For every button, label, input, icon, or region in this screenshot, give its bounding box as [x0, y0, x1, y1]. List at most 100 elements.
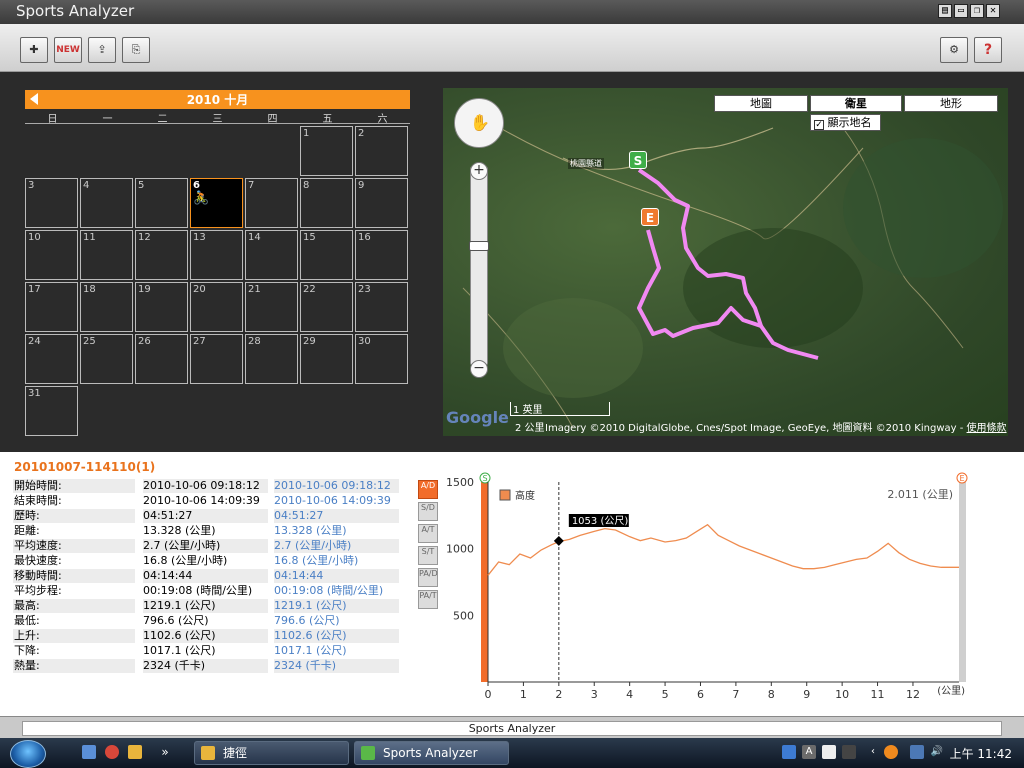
stat-row: 平均速度: 2.7 (公里/小時) 2.7 (公里/小時) [13, 539, 403, 554]
calendar-day-number: 19 [138, 284, 151, 295]
calendar-day[interactable]: 15 [300, 230, 353, 280]
calendar-day[interactable]: 4 [80, 178, 133, 228]
calendar-day[interactable]: 30 [355, 334, 408, 384]
calendar-day[interactable]: 23 [355, 282, 408, 332]
mode-speed-time-button[interactable]: S/T [418, 546, 438, 565]
calendar-day[interactable]: 22 [300, 282, 353, 332]
quicklaunch-more-icon[interactable]: » [158, 745, 172, 759]
calendar-day[interactable]: 17 [25, 282, 78, 332]
calendar-day[interactable]: 28 [245, 334, 298, 384]
tray-ime-icon[interactable]: A [802, 745, 816, 759]
calendar-day[interactable]: 16 [355, 230, 408, 280]
calendar-day[interactable]: 2 [355, 126, 408, 176]
terms-link[interactable]: 使用條款 [967, 423, 1007, 434]
calendar-day[interactable]: 11 [80, 230, 133, 280]
calendar-day[interactable]: 13 [190, 230, 243, 280]
sports-analyzer-app-icon [361, 746, 375, 760]
stat-value: 00:19:08 (時間/公里) [143, 584, 268, 598]
start-button[interactable] [10, 740, 46, 768]
calendar-day[interactable]: 26 [135, 334, 188, 384]
calendar-day[interactable]: 9 [355, 178, 408, 228]
tray-keyboard-icon[interactable] [842, 745, 856, 759]
calendar-weekdays: 日一二三四五六 [25, 110, 410, 125]
mode-speed-distance-button[interactable]: S/D [418, 502, 438, 521]
tray-update-icon[interactable] [884, 745, 898, 759]
task-sports-analyzer[interactable]: Sports Analyzer [354, 741, 509, 765]
altitude-chart[interactable]: S E500100015000 1 2 3 4 5 6 7 8 9 10 11 12 (公里)高度 2.011… [444, 462, 984, 712]
zoom-slider-thumb[interactable] [469, 241, 489, 251]
tray-volume-icon[interactable]: 🔊 [930, 745, 944, 759]
calendar-day[interactable]: 29 [300, 334, 353, 384]
calendar-day[interactable]: 6 🚴 [190, 178, 243, 228]
legend-label: 高度 [515, 489, 535, 502]
start-range-bar[interactable] [481, 482, 488, 682]
calendar-day[interactable]: 20 [190, 282, 243, 332]
task-shortcut[interactable]: 捷徑 [194, 741, 349, 765]
tray-input-icon[interactable] [822, 745, 836, 759]
mode-altitude-distance-button[interactable]: A/D [418, 480, 438, 499]
minimize-window-icon[interactable]: ▭ [954, 4, 968, 18]
help-button[interactable]: ? [974, 37, 1002, 63]
zoom-in-button[interactable]: + [470, 162, 488, 180]
calendar-day[interactable]: 5 [135, 178, 188, 228]
calendar-day[interactable]: 24 [25, 334, 78, 384]
chart-cursor-point[interactable] [553, 535, 564, 546]
calendar-day-number: 8 [303, 180, 310, 191]
start-marker-icon[interactable]: S [629, 151, 647, 169]
mode-altitude-time-button[interactable]: A/T [418, 524, 438, 543]
show-names-checkbox[interactable]: ✓ 顯示地名 [810, 114, 881, 131]
save-button[interactable]: ⎘ [122, 37, 150, 63]
quicklaunch-desktop-icon[interactable] [82, 745, 96, 759]
map-view[interactable]: 桃園縣道 S E 地圖 衛星 地形 ✓ 顯示地名 ✋ + − Google 1 … [443, 88, 1008, 436]
calendar-day-number: 27 [193, 336, 206, 347]
tray-monitor-icon[interactable] [910, 745, 924, 759]
cycling-activity-icon[interactable]: 🚴 [193, 191, 240, 206]
export-button[interactable]: ⇪ [88, 37, 116, 63]
show-names-label: 顯示地名 [827, 116, 872, 129]
calendar-day[interactable]: 12 [135, 230, 188, 280]
mode-pace-distance-button[interactable]: PA/D [418, 568, 438, 587]
calendar-day[interactable]: 25 [80, 334, 133, 384]
calendar-day[interactable]: 19 [135, 282, 188, 332]
menu-window-icon[interactable]: ▤ [938, 4, 952, 18]
end-marker-icon[interactable]: E [641, 208, 659, 226]
calendar-day[interactable]: 3 [25, 178, 78, 228]
maximize-window-icon[interactable]: ❐ [970, 4, 984, 18]
title-bar[interactable]: Sports Analyzer ▤ ▭ ❐ ✕ [0, 0, 1024, 24]
calendar-day-number: 26 [138, 336, 151, 347]
calendar-day-number: 13 [193, 232, 206, 243]
map-type-satellite-button[interactable]: 衛星 [810, 95, 902, 112]
mode-pace-time-button[interactable]: PA/T [418, 590, 438, 609]
checkbox-check-icon: ✓ [814, 120, 824, 130]
calendar-day[interactable]: 7 [245, 178, 298, 228]
map-type-terrain-button[interactable]: 地形 [904, 95, 998, 112]
calendar-day-number: 23 [358, 284, 371, 295]
calendar-day[interactable]: 18 [80, 282, 133, 332]
calendar-day[interactable]: 8 [300, 178, 353, 228]
zoom-slider-track[interactable] [470, 166, 488, 366]
y-tick-label: 500 [453, 609, 474, 622]
x-tick-label: 6 [697, 688, 704, 701]
calendar-day[interactable]: 31 [25, 386, 78, 436]
calendar-day[interactable]: 14 [245, 230, 298, 280]
calendar-day[interactable]: 10 [25, 230, 78, 280]
close-window-icon[interactable]: ✕ [986, 4, 1000, 18]
import-button[interactable]: ✚ [20, 37, 48, 63]
tray-expand-icon[interactable]: ‹ [866, 745, 880, 759]
calendar-day[interactable]: 21 [245, 282, 298, 332]
calendar-day-number: 28 [248, 336, 261, 347]
calendar-day[interactable]: 1 [300, 126, 353, 176]
calendar-day[interactable]: 27 [190, 334, 243, 384]
taskbar: » 捷徑 Sports Analyzer A ‹ 🔊 上午 11:42 [0, 738, 1024, 768]
map-type-map-button[interactable]: 地圖 [714, 95, 808, 112]
tray-network-icon[interactable] [782, 745, 796, 759]
new-button[interactable]: NEW [54, 37, 82, 63]
taskbar-clock[interactable]: 上午 11:42 [950, 745, 1012, 762]
end-range-bar[interactable] [959, 482, 966, 682]
quicklaunch-browser-icon[interactable] [105, 745, 119, 759]
pan-control[interactable]: ✋ [454, 98, 504, 148]
zoom-out-button[interactable]: − [470, 360, 488, 378]
calendar-day-number: 4 [83, 180, 90, 191]
device-button[interactable]: ⚙ [940, 37, 968, 63]
quicklaunch-media-icon[interactable] [128, 745, 142, 759]
